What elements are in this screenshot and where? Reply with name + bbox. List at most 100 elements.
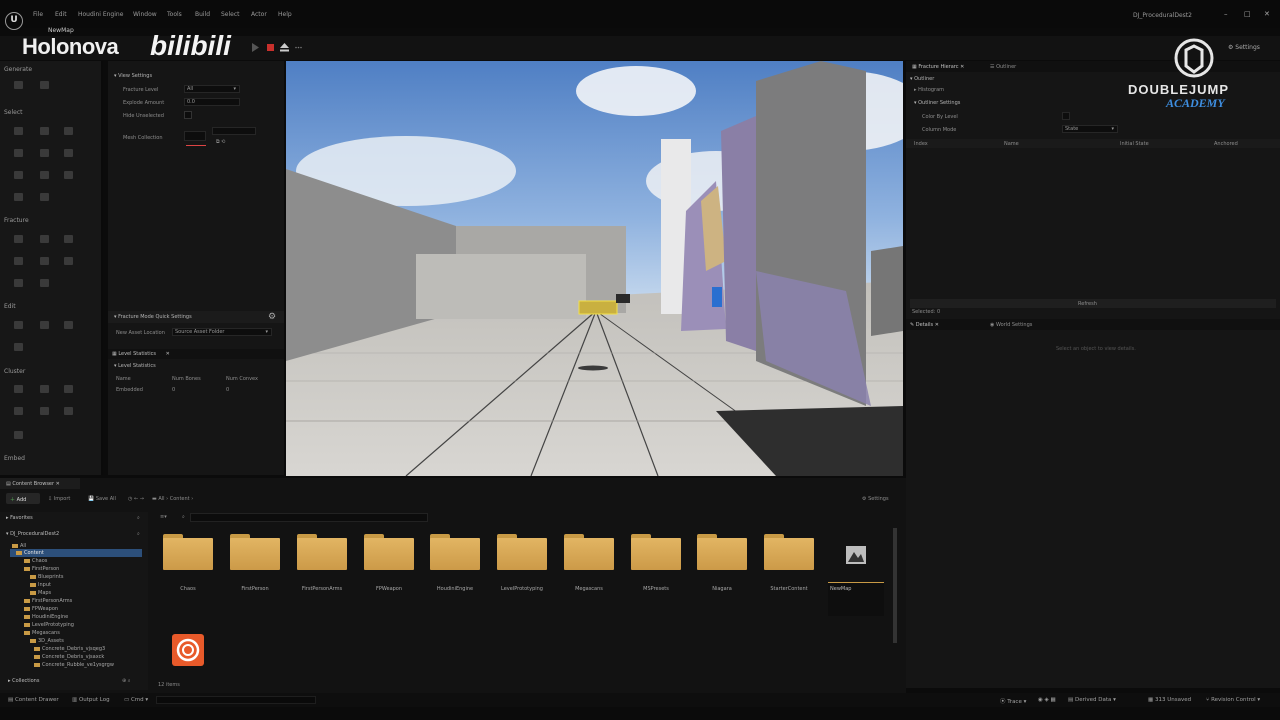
tree-item[interactable]: 3D_Assets xyxy=(30,638,64,644)
asset-scrollbar[interactable] xyxy=(893,528,897,643)
tree-item[interactable]: Concrete_Debris_vjsqeg3 xyxy=(34,646,105,652)
histogram-item[interactable]: ▸ Histogram xyxy=(914,87,944,93)
tool-icon[interactable] xyxy=(40,257,49,265)
menu-help[interactable]: Help xyxy=(278,11,292,18)
search-input[interactable] xyxy=(190,513,428,522)
add-collection-icon[interactable]: ⊕ ⌕ xyxy=(122,678,131,684)
tool-icon[interactable] xyxy=(14,81,23,89)
tree-item-content[interactable]: Content xyxy=(16,550,44,556)
tool-icon[interactable] xyxy=(64,127,73,135)
tree-item[interactable]: Concrete_Rubble_ve1ysgrgw xyxy=(34,662,114,668)
breadcrumb-all[interactable]: All xyxy=(158,496,164,502)
gear-icon[interactable]: ⚙ xyxy=(268,312,276,322)
output-log-button[interactable]: ▥ Output Log xyxy=(72,697,110,703)
menu-select[interactable]: Select xyxy=(221,11,240,18)
explode-amount-field[interactable]: 0.0 xyxy=(184,98,240,106)
tree-item[interactable]: HoudiniEngine xyxy=(24,614,68,620)
search-icon[interactable]: ⌕ xyxy=(137,515,140,521)
hide-unselected-checkbox[interactable] xyxy=(184,111,192,119)
unsaved-button[interactable]: ▦ 313 Unsaved xyxy=(1148,697,1191,703)
tool-icon[interactable] xyxy=(40,321,49,329)
tool-icon[interactable] xyxy=(40,171,49,179)
mesh-collection-thumbnail[interactable] xyxy=(184,131,206,141)
section-edit[interactable]: Edit xyxy=(4,303,16,310)
folder-icon[interactable]: ▬ All › Content › xyxy=(152,496,193,502)
cb-settings-button[interactable]: ⚙ Settings xyxy=(862,496,889,502)
filter-icon[interactable]: ≡▾ xyxy=(160,514,167,520)
console-input[interactable] xyxy=(156,696,316,704)
col-num-convex[interactable]: Num Convex xyxy=(226,376,258,382)
save-all-button[interactable]: 💾 Save All xyxy=(88,496,116,502)
folder-asset[interactable] xyxy=(430,534,480,570)
tab-outliner[interactable]: ☰ Outliner xyxy=(990,64,1016,70)
tree-item[interactable]: LevelPrototyping xyxy=(24,622,74,628)
tool-icon[interactable] xyxy=(14,127,23,135)
folder-asset[interactable] xyxy=(364,534,414,570)
tool-icon[interactable] xyxy=(14,149,23,157)
unreal-logo-icon[interactable]: U xyxy=(5,12,23,30)
tab-world-settings[interactable]: ◉ World Settings xyxy=(990,322,1032,328)
color-by-level-checkbox[interactable] xyxy=(1062,112,1070,120)
tool-icon[interactable] xyxy=(40,385,49,393)
new-asset-location-select[interactable]: Source Asset Folder ▾ xyxy=(172,328,272,336)
tree-item[interactable]: FirstPersonArms xyxy=(24,598,72,604)
folder-asset[interactable] xyxy=(697,534,747,570)
section-fracture[interactable]: Fracture xyxy=(4,217,29,224)
folder-asset[interactable] xyxy=(631,534,681,570)
refresh-button[interactable]: Refresh xyxy=(910,299,1276,308)
tool-icon[interactable] xyxy=(40,407,49,415)
tree-item[interactable]: Chaos xyxy=(24,558,47,564)
tab-details[interactable]: ✎ Details ✕ xyxy=(910,322,939,328)
outliner-tree-root[interactable]: ▾ Outliner xyxy=(910,76,934,82)
menu-tools[interactable]: Tools xyxy=(167,11,182,18)
history-icon[interactable]: ◷ ← → xyxy=(128,496,144,502)
folder-asset[interactable] xyxy=(297,534,347,570)
mesh-collection-select[interactable] xyxy=(212,127,256,135)
stop-icon[interactable] xyxy=(266,43,275,52)
tool-icon[interactable] xyxy=(14,171,23,179)
favorites-header[interactable]: ▸ Favorites xyxy=(6,515,33,521)
tab-fracture-hierarchy[interactable]: ▦ Fracture Hierarc ✕ xyxy=(912,64,964,70)
content-browser-tab[interactable]: ▤ Content Browser ✕ xyxy=(0,478,80,489)
trace-button[interactable]: ⦿ Trace ▾ xyxy=(1000,697,1026,705)
tool-icon[interactable] xyxy=(64,171,73,179)
tree-item[interactable]: FirstPerson xyxy=(24,566,59,572)
minimize-icon[interactable]: – xyxy=(1224,10,1228,18)
tool-icon[interactable] xyxy=(14,431,23,439)
tool-icon[interactable] xyxy=(40,193,49,201)
section-generate[interactable]: Generate xyxy=(4,66,32,73)
status-icons[interactable]: ◉ ◈ ▦ xyxy=(1038,697,1056,703)
tool-icon[interactable] xyxy=(64,257,73,265)
folder-asset[interactable] xyxy=(764,534,814,570)
search-icon[interactable]: ⌕ xyxy=(182,514,185,520)
tool-icon[interactable] xyxy=(40,149,49,157)
fracture-level-select[interactable]: All ▾ xyxy=(184,85,240,93)
level-viewport[interactable] xyxy=(286,61,903,476)
tool-icon[interactable] xyxy=(64,235,73,243)
outliner-settings-item[interactable]: ▾ Outliner Settings xyxy=(914,100,960,106)
folder-asset[interactable] xyxy=(163,534,213,570)
cmd-button[interactable]: ▭ Cmd ▾ xyxy=(124,697,148,703)
browse-icon[interactable]: ⧉ ⟲ xyxy=(216,139,225,145)
folder-asset[interactable] xyxy=(564,534,614,570)
tool-icon[interactable] xyxy=(40,279,49,287)
folder-asset[interactable] xyxy=(497,534,547,570)
col-num-bones[interactable]: Num Bones xyxy=(172,376,201,382)
tool-icon[interactable] xyxy=(14,235,23,243)
add-button[interactable]: ＋ Add xyxy=(6,493,40,504)
menu-actor[interactable]: Actor xyxy=(251,11,267,18)
eject-icon[interactable] xyxy=(280,43,289,52)
tool-icon[interactable] xyxy=(64,407,73,415)
tool-icon[interactable] xyxy=(14,407,23,415)
revision-control-button[interactable]: ⑂ Revision Control ▾ xyxy=(1206,697,1260,703)
tool-icon[interactable] xyxy=(14,257,23,265)
column-mode-select[interactable]: State ▾ xyxy=(1062,125,1118,133)
tool-icon[interactable] xyxy=(40,235,49,243)
toolbar-settings-button[interactable]: ⚙ Settings xyxy=(1228,44,1260,51)
more-options-icon[interactable] xyxy=(294,43,303,52)
tree-item[interactable]: Input xyxy=(30,582,51,588)
section-cluster[interactable]: Cluster xyxy=(4,368,25,375)
tool-icon[interactable] xyxy=(14,321,23,329)
quick-settings-header[interactable]: ▾ Fracture Mode Quick Settings ⚙ xyxy=(108,311,284,323)
import-button[interactable]: ⇩ Import xyxy=(48,496,70,502)
